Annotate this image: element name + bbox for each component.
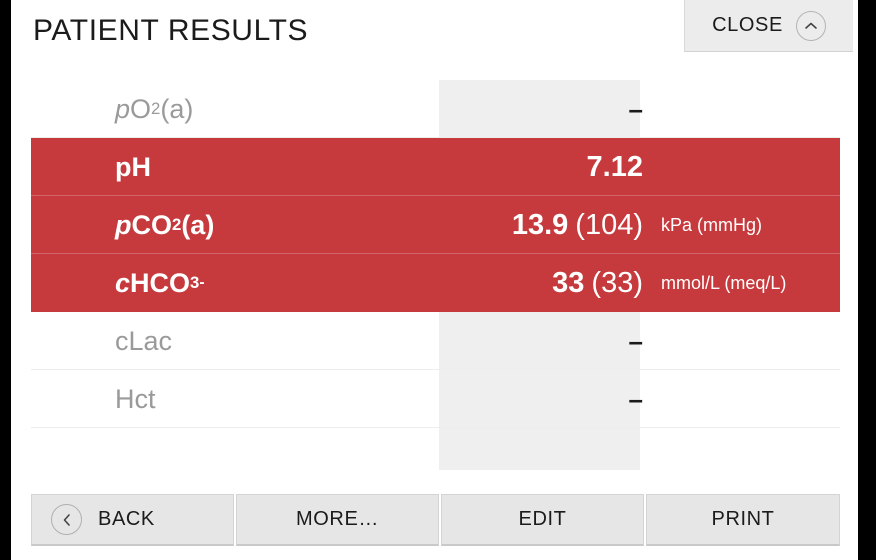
print-button[interactable]: PRINT	[646, 494, 840, 546]
back-button[interactable]: BACK	[31, 494, 234, 546]
results-table: p O 2 (a) – pH 7.12 p CO 2 (a) 13.9 (104) kPa (mmHg) c…	[11, 66, 858, 486]
result-row[interactable]: p CO 2 (a) 13.9 (104) kPa (mmHg)	[31, 196, 840, 254]
result-label: c HCO 3-	[115, 267, 205, 298]
chevron-left-icon	[51, 504, 82, 535]
result-unit: kPa (mmHg)	[661, 214, 763, 235]
result-label: Hct	[115, 383, 156, 414]
result-label: pH	[115, 151, 151, 182]
edit-button-label: EDIT	[518, 508, 567, 530]
result-value: –	[628, 93, 643, 124]
result-row[interactable]: c HCO 3- 33 (33) mmol/L (meq/L)	[31, 254, 840, 312]
result-label: p O 2 (a)	[115, 93, 194, 124]
result-label: p CO 2 (a)	[115, 209, 215, 240]
result-row[interactable]: Hct –	[31, 370, 840, 428]
result-value: 33 (33)	[552, 266, 643, 299]
result-row[interactable]: pH 7.12	[31, 138, 840, 196]
result-label: cLac	[115, 325, 173, 356]
chevron-up-icon	[795, 10, 826, 41]
result-row[interactable]: cLac –	[31, 312, 840, 370]
page-title: PATIENT RESULTS	[33, 14, 309, 47]
result-row[interactable]: p O 2 (a) –	[31, 80, 840, 138]
close-button-label: CLOSE	[712, 14, 783, 36]
edit-button[interactable]: EDIT	[441, 494, 644, 546]
print-button-label: PRINT	[711, 508, 775, 530]
device-frame: PATIENT RESULTS CLOSE p O 2 (a) – pH 7.12 p CO 2(…	[0, 0, 876, 560]
result-unit: mmol/L (meq/L)	[661, 272, 787, 293]
action-bar: BACK MORE… EDIT PRINT	[11, 477, 858, 560]
back-button-label: BACK	[98, 508, 155, 530]
header: PATIENT RESULTS CLOSE	[11, 0, 858, 66]
screen: PATIENT RESULTS CLOSE p O 2 (a) – pH 7.12 p CO 2(…	[11, 0, 858, 560]
more-button-label: MORE…	[296, 508, 379, 530]
result-value: –	[628, 383, 643, 414]
close-button[interactable]: CLOSE	[684, 0, 853, 52]
more-button[interactable]: MORE…	[236, 494, 439, 546]
result-value: 7.12	[586, 150, 643, 183]
result-value: –	[628, 325, 643, 356]
result-value: 13.9 (104)	[511, 208, 643, 241]
